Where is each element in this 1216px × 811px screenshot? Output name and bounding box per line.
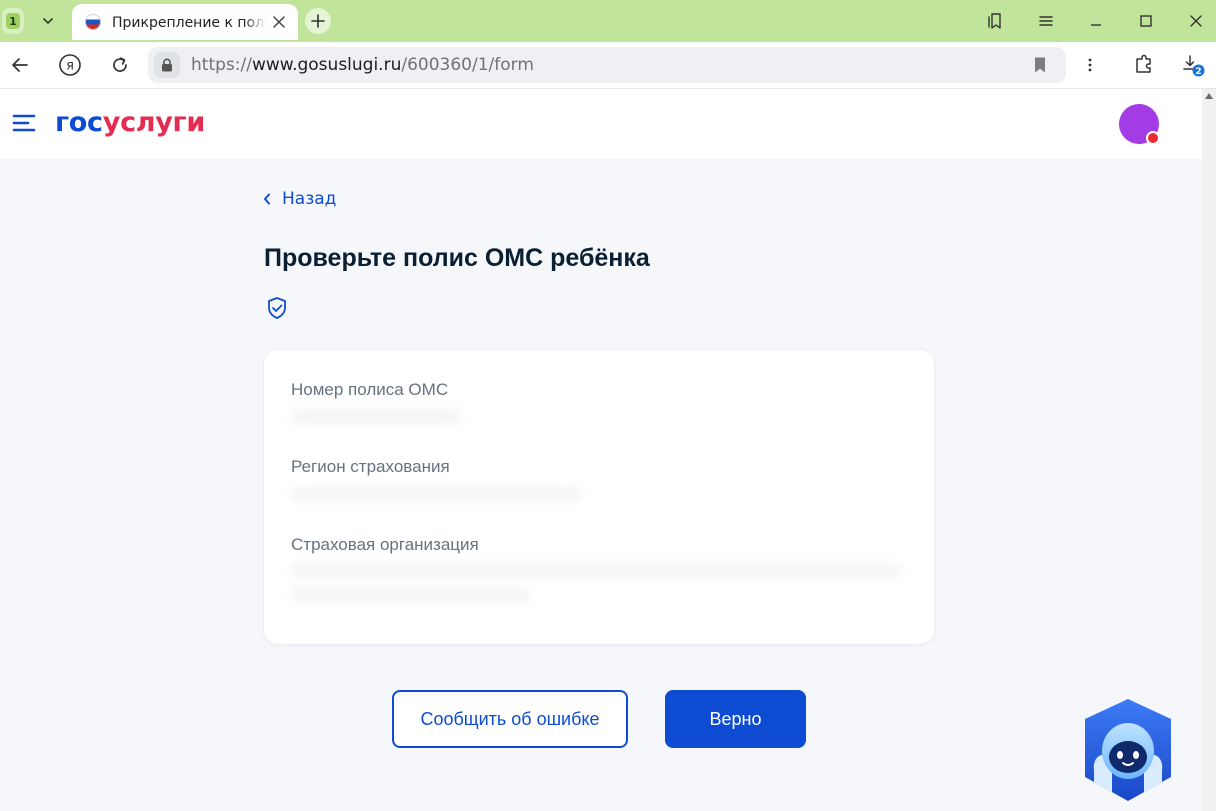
minimize-icon <box>1091 24 1101 26</box>
more-actions-button[interactable] <box>1078 53 1102 77</box>
extension-puzzle-icon <box>1136 54 1151 73</box>
hamburger-icon <box>1039 16 1053 26</box>
downloads-badge: 2 <box>1195 67 1201 77</box>
burger-menu-icon[interactable] <box>12 113 36 133</box>
policy-number-value-redacted <box>291 410 461 424</box>
site-header: госуслуги <box>0 89 1202 159</box>
address-bar-row: я https://www.gosuslugi.ru/600360/1/form <box>0 42 1216 89</box>
scroll-up-arrow-icon[interactable] <box>1205 93 1213 99</box>
favicon-flag-icon <box>85 14 101 30</box>
assistant-robot-icon[interactable] <box>1078 697 1178 805</box>
insurance-company-value-redacted-line2 <box>291 588 531 602</box>
plus-icon <box>311 14 325 28</box>
extensions-button[interactable] <box>1132 53 1156 77</box>
gosuslugi-logo[interactable]: госуслуги <box>55 107 205 139</box>
insurance-company-value-redacted <box>291 564 901 578</box>
notification-dot <box>1146 131 1160 145</box>
report-error-button[interactable]: Сообщить об ошибке <box>392 690 628 748</box>
page-scrollbar[interactable] <box>1202 89 1216 811</box>
url-protocol: https:// <box>191 55 252 75</box>
more-vertical-icon <box>1088 58 1092 72</box>
download-icon: 2 <box>1183 55 1205 77</box>
chevron-left-icon <box>264 193 270 205</box>
close-tab-icon[interactable] <box>272 15 286 29</box>
tab-count-button[interactable]: 1 <box>2 8 24 34</box>
active-tab[interactable]: Прикрепление к поликлинике <box>72 4 298 40</box>
back-button[interactable] <box>8 53 32 77</box>
minimize-button[interactable] <box>1085 10 1107 32</box>
bookmark-icon[interactable] <box>1032 56 1048 74</box>
user-avatar[interactable] <box>1119 104 1160 145</box>
logo-part-uslugi: услуги <box>102 107 206 138</box>
tab-count: 1 <box>6 13 20 29</box>
chevron-down-icon <box>43 18 53 25</box>
collections-button[interactable] <box>984 10 1006 32</box>
svg-text:я: я <box>66 59 74 74</box>
bookmarks-panel-icon <box>988 13 1001 29</box>
logo-part-gos: гос <box>55 107 103 138</box>
url-field[interactable]: https://www.gosuslugi.ru/600360/1/form <box>148 47 1066 83</box>
back-link-label: Назад <box>282 189 337 209</box>
back-link[interactable]: Назад <box>262 187 336 211</box>
confirm-button[interactable]: Верно <box>665 690 806 748</box>
reload-icon <box>113 57 127 72</box>
url-path: /600360/1/form <box>401 55 534 75</box>
yandex-logo-icon: я <box>59 54 81 76</box>
maximize-icon <box>1140 15 1152 27</box>
lock-icon <box>162 58 172 72</box>
shield-check-icon <box>268 297 286 319</box>
browser-menu-button[interactable] <box>1035 10 1057 32</box>
url-text: https://www.gosuslugi.ru/600360/1/form <box>191 55 534 75</box>
browser-tab-bar: 1 Прикрепление к поликлинике <box>0 0 1216 42</box>
yandex-button[interactable]: я <box>58 53 82 77</box>
downloads-button[interactable]: 2 <box>1181 53 1205 77</box>
policy-number-label: Номер полиса ОМС <box>291 380 449 399</box>
page-title: Проверьте полис ОМС ребёнка <box>264 244 650 272</box>
insurance-region-label: Регион страхования <box>291 457 450 476</box>
insurance-company-label: Страховая организация <box>291 535 479 554</box>
policy-info-card: Номер полиса ОМС Регион страхования Стра… <box>264 350 934 644</box>
tabs-dropdown-button[interactable] <box>33 6 63 36</box>
site-info-button[interactable] <box>154 52 180 78</box>
insurance-region-value-redacted <box>291 487 581 501</box>
url-host: www.gosuslugi.ru <box>251 55 402 75</box>
close-window-button[interactable] <box>1185 10 1207 32</box>
maximize-button[interactable] <box>1135 10 1157 32</box>
arrow-left-icon <box>12 58 28 72</box>
tab-title: Прикрепление к поликлинике <box>112 15 267 31</box>
reload-button[interactable] <box>108 53 132 77</box>
new-tab-button[interactable] <box>305 8 331 34</box>
close-icon <box>1190 15 1202 27</box>
